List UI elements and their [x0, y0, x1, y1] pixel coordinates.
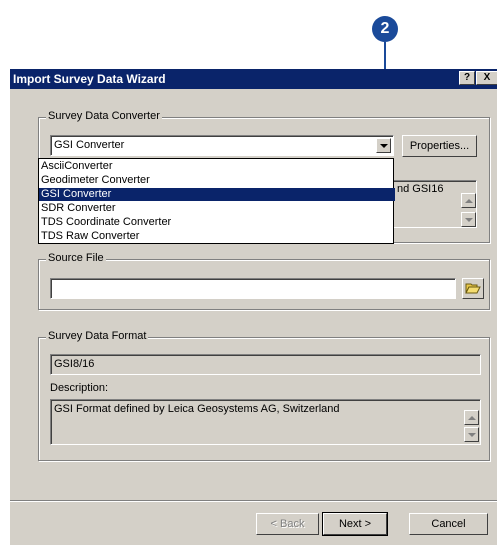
dropdown-arrow-button[interactable]	[376, 138, 391, 153]
converter-info-text: nd GSI16	[397, 183, 444, 195]
format-group-legend: Survey Data Format	[46, 330, 149, 342]
source-file-input[interactable]	[50, 278, 456, 299]
title-bar: Import Survey Data Wizard	[10, 69, 497, 89]
format-value-field: GSI8/16	[50, 354, 481, 375]
chevron-up-icon	[465, 199, 473, 203]
dropdown-option[interactable]: TDS Coordinate Converter	[39, 216, 395, 229]
description-scroll-up[interactable]	[464, 410, 479, 425]
folder-open-icon	[465, 283, 481, 294]
description-field: GSI Format defined by Leica Geosystems A…	[50, 399, 481, 445]
description-text: GSI Format defined by Leica Geosystems A…	[54, 403, 340, 415]
browse-button[interactable]	[462, 278, 484, 299]
callout-badge: 2	[372, 16, 398, 42]
info-scroll-up[interactable]	[461, 193, 476, 208]
back-button[interactable]: < Back	[256, 513, 319, 535]
description-scroll-down[interactable]	[464, 427, 479, 442]
properties-button[interactable]: Properties...	[402, 135, 477, 157]
converter-dropdown-list[interactable]: AsciiConverter Geodimeter Converter GSI …	[38, 158, 395, 244]
description-label: Description:	[50, 382, 109, 394]
chevron-down-icon	[468, 433, 476, 437]
dropdown-option[interactable]: Geodimeter Converter	[39, 174, 395, 187]
format-value-text: GSI8/16	[54, 358, 95, 370]
help-button[interactable]: ?	[459, 71, 475, 85]
cancel-button[interactable]: Cancel	[409, 513, 488, 535]
converter-combobox[interactable]: GSI Converter	[50, 135, 394, 156]
converter-selected-value: GSI Converter	[54, 139, 125, 151]
button-separator-highlight	[10, 501, 497, 502]
converter-group-legend: Survey Data Converter	[46, 110, 162, 122]
window-title: Import Survey Data Wizard	[13, 72, 166, 86]
chevron-down-icon	[380, 144, 388, 148]
source-file-legend: Source File	[46, 252, 106, 264]
next-button[interactable]: Next >	[322, 512, 388, 536]
info-scroll-down[interactable]	[461, 212, 476, 227]
close-button[interactable]: X	[476, 71, 497, 85]
dropdown-option[interactable]: SDR Converter	[39, 202, 395, 215]
chevron-down-icon	[465, 218, 473, 222]
dropdown-option[interactable]: TDS Raw Converter	[39, 230, 395, 243]
dropdown-option[interactable]: AsciiConverter	[39, 160, 395, 173]
chevron-up-icon	[468, 416, 476, 420]
dropdown-option-selected[interactable]: GSI Converter	[39, 188, 395, 201]
